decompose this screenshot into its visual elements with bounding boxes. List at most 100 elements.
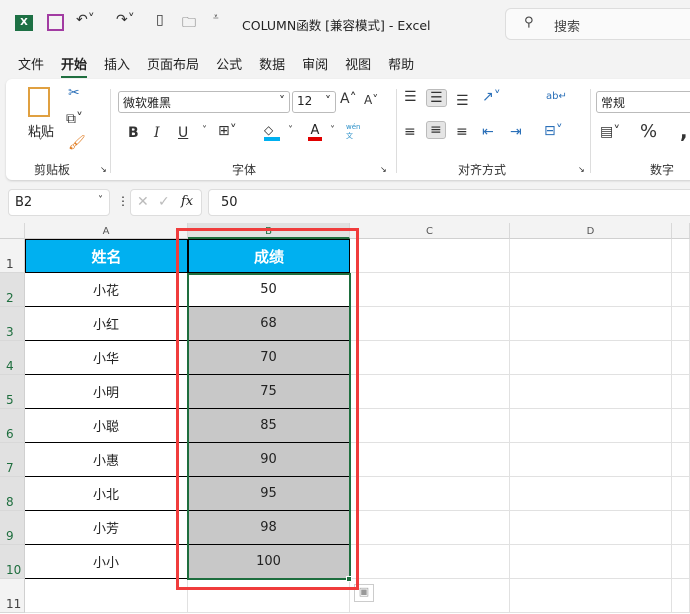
accounting-format-icon[interactable]: ▤˅ (600, 124, 620, 140)
tab-page-layout[interactable]: 页面布局 (147, 54, 199, 78)
cell[interactable] (350, 239, 510, 273)
font-name-select[interactable]: 微软雅黑 ˅ (118, 91, 290, 113)
cell[interactable] (672, 409, 690, 443)
cell[interactable] (510, 375, 672, 409)
cut-icon[interactable]: ✂ (68, 85, 80, 101)
undo-icon[interactable]: ↶˅ (76, 12, 95, 28)
borders-icon[interactable]: ⊞˅ (218, 123, 237, 139)
bold-button[interactable]: B (128, 125, 139, 141)
name-cell[interactable]: 小小 (25, 545, 188, 579)
cell[interactable] (350, 579, 510, 613)
cell[interactable] (510, 579, 672, 613)
cell[interactable] (672, 545, 690, 579)
italic-button[interactable]: I (154, 125, 160, 141)
more-options-icon[interactable]: ⋮ (117, 194, 129, 208)
number-format-select[interactable]: 常规 (596, 91, 690, 113)
align-bottom-icon[interactable]: ☰ (456, 93, 469, 109)
tab-data[interactable]: 数据 (259, 54, 285, 78)
font-launcher-icon[interactable]: ↘ (380, 165, 387, 174)
underline-dropdown-icon[interactable]: ˅ (202, 125, 207, 136)
name-cell[interactable]: 小红 (25, 307, 188, 341)
cell[interactable] (25, 579, 188, 613)
cell[interactable] (510, 477, 672, 511)
row-header[interactable]: 1 (0, 239, 25, 273)
row-header[interactable]: 6 (0, 409, 25, 443)
row-header[interactable]: 9 (0, 511, 25, 545)
name-box[interactable]: B2 ˅ (8, 189, 110, 216)
enter-icon[interactable]: ✓ (158, 194, 170, 210)
tab-file[interactable]: 文件 (18, 54, 44, 78)
customize-toolbar-icon[interactable]: ⩡ (213, 12, 219, 23)
cell[interactable] (350, 545, 510, 579)
cell[interactable] (672, 307, 690, 341)
column-header-c[interactable]: C (350, 223, 510, 239)
comma-style-icon[interactable]: , (680, 119, 688, 143)
search-box[interactable]: ⚲ 搜索 (505, 8, 690, 40)
row-header[interactable]: 11 (0, 579, 25, 613)
align-center-icon[interactable]: ≡ (426, 121, 446, 139)
row-header[interactable]: 7 (0, 443, 25, 477)
fill-color-dropdown-icon[interactable]: ˅ (288, 125, 293, 136)
font-color-icon[interactable]: A (308, 123, 322, 141)
font-color-dropdown-icon[interactable]: ˅ (330, 125, 335, 136)
cell[interactable] (350, 375, 510, 409)
cell[interactable] (350, 443, 510, 477)
font-size-select[interactable]: 12 ˅ (292, 91, 336, 113)
select-all-button[interactable] (0, 223, 25, 239)
paste-icon[interactable] (28, 87, 50, 117)
underline-button[interactable]: U (178, 125, 188, 141)
increase-indent-icon[interactable]: ⇥ (510, 124, 522, 140)
spreadsheet-grid[interactable]: A B C D 1 姓名 成绩 2 小花 50 3 小红 68 4 小华 70 5 小明 75 6 小聪 85 7 小… (0, 223, 690, 614)
column-header-a[interactable]: A (25, 223, 188, 239)
name-cell[interactable]: 小聪 (25, 409, 188, 443)
row-header[interactable]: 10 (0, 545, 25, 579)
copy-icon[interactable]: ⧉˅ (66, 111, 83, 127)
increase-font-icon[interactable]: A˄ (340, 91, 357, 107)
cell[interactable] (350, 307, 510, 341)
new-file-icon[interactable]: ▯ (156, 12, 164, 28)
align-left-icon[interactable]: ≡ (404, 124, 416, 140)
save-icon[interactable] (47, 14, 64, 31)
merge-center-icon[interactable]: ⊟˅ (544, 123, 563, 139)
cell[interactable] (350, 477, 510, 511)
phonetic-guide-icon[interactable]: wén 文 (346, 123, 366, 141)
orientation-icon[interactable]: ↗˅ (482, 89, 501, 105)
row-header[interactable]: 8 (0, 477, 25, 511)
tab-view[interactable]: 视图 (345, 54, 371, 78)
cell[interactable] (350, 341, 510, 375)
cell[interactable] (510, 307, 672, 341)
row-header[interactable]: 2 (0, 273, 25, 307)
open-folder-icon[interactable]: 🗀 (182, 12, 196, 36)
cell[interactable] (510, 545, 672, 579)
cell[interactable] (672, 273, 690, 307)
decrease-font-icon[interactable]: A˅ (364, 93, 378, 107)
name-cell[interactable]: 小华 (25, 341, 188, 375)
cell[interactable] (350, 409, 510, 443)
column-header-d[interactable]: D (510, 223, 672, 239)
formula-input[interactable]: 50 (208, 189, 690, 216)
paste-dropdown-icon[interactable]: ˅ (38, 137, 43, 148)
fill-color-icon[interactable]: ◇ (264, 123, 280, 141)
cell[interactable] (510, 239, 672, 273)
cell[interactable] (672, 511, 690, 545)
name-cell[interactable]: 小明 (25, 375, 188, 409)
percent-icon[interactable]: % (640, 121, 657, 142)
tab-help[interactable]: 帮助 (388, 54, 414, 78)
cell[interactable] (350, 273, 510, 307)
name-cell[interactable]: 小北 (25, 477, 188, 511)
cell[interactable] (350, 511, 510, 545)
name-cell[interactable]: 小惠 (25, 443, 188, 477)
name-cell[interactable]: 小芳 (25, 511, 188, 545)
cell[interactable] (672, 375, 690, 409)
cell[interactable] (510, 273, 672, 307)
cell[interactable] (510, 409, 672, 443)
wrap-text-icon[interactable]: ab↵ (546, 91, 567, 102)
tab-review[interactable]: 审阅 (302, 54, 328, 78)
cancel-icon[interactable]: ✕ (137, 194, 149, 210)
name-cell[interactable]: 小花 (25, 273, 188, 307)
row-header[interactable]: 5 (0, 375, 25, 409)
decrease-indent-icon[interactable]: ⇤ (482, 124, 494, 140)
clipboard-launcher-icon[interactable]: ↘ (100, 165, 107, 174)
format-painter-icon[interactable]: 🖌 (68, 135, 86, 151)
header-cell-name[interactable]: 姓名 (25, 239, 188, 273)
